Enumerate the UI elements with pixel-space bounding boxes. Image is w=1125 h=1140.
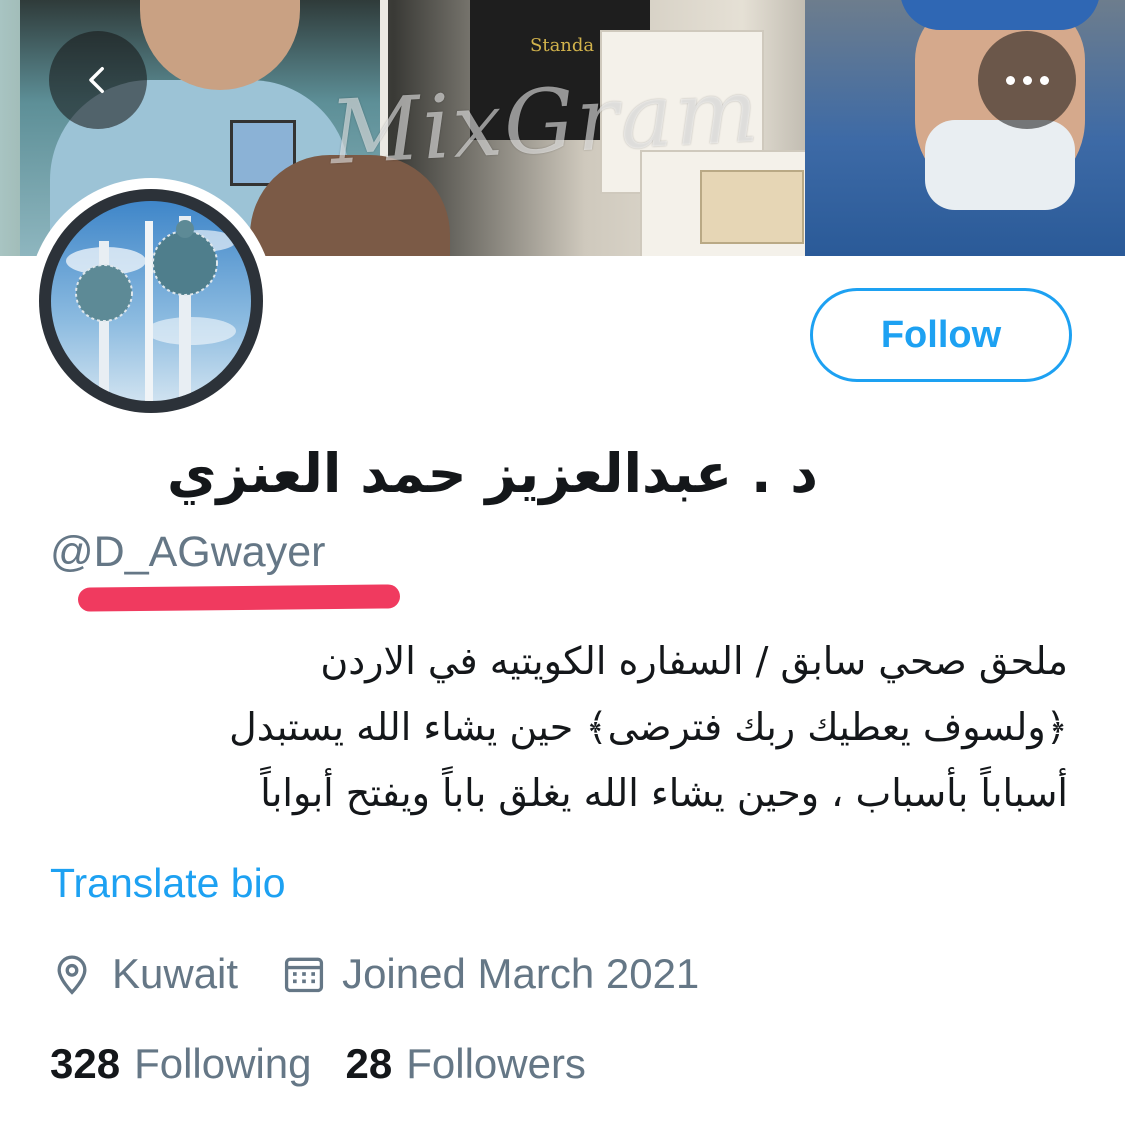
translate-bio-link[interactable]: Translate bio	[50, 856, 286, 910]
back-button[interactable]	[49, 31, 147, 129]
bio-line: أسباباً بأسباب ، وحين يشاء الله يغلق باب…	[260, 771, 1068, 815]
follow-button[interactable]: Follow	[810, 288, 1072, 382]
followers-link[interactable]: 28 Followers	[346, 1040, 586, 1088]
followers-count: 28	[345, 1040, 393, 1087]
banner-paper	[700, 170, 804, 244]
following-link[interactable]: 328 Following	[50, 1040, 312, 1088]
location-pin-icon	[57, 955, 87, 995]
banner-photo-right	[805, 0, 1125, 256]
more-options-button[interactable]	[978, 31, 1076, 129]
join-date: Joined March 2021	[238, 950, 699, 998]
bio: ملحق صحي سابق / السفاره الكويتيه في الار…	[48, 628, 1068, 826]
bio-line: ملحق صحي سابق / السفاره الكويتيه في الار…	[320, 639, 1068, 683]
display-name: د . عبدالعزيز حمد العنزي	[167, 442, 818, 505]
more-horizontal-icon	[1005, 75, 1049, 85]
following-count: 328	[50, 1040, 121, 1087]
highlight-underline	[77, 584, 401, 612]
location-text: Kuwait	[112, 950, 239, 997]
profile-meta: Kuwait Joined March 2021	[50, 944, 699, 1004]
chevron-left-icon	[89, 66, 104, 94]
follow-stats: 328 Following 28 Followers	[50, 1036, 586, 1092]
following-label: Following	[134, 1040, 312, 1087]
join-date-text: Joined March 2021	[342, 950, 700, 997]
calendar-icon	[284, 957, 324, 993]
location: Kuwait	[50, 950, 238, 998]
followers-label: Followers	[406, 1040, 586, 1087]
user-handle: @D_AGwayer	[50, 528, 326, 576]
bio-line: ﴿ولسوف يعطيك ربك فترضى﴾ حين يشاء الله يس…	[229, 705, 1068, 749]
avatar-image	[51, 201, 251, 401]
avatar[interactable]	[28, 178, 274, 424]
